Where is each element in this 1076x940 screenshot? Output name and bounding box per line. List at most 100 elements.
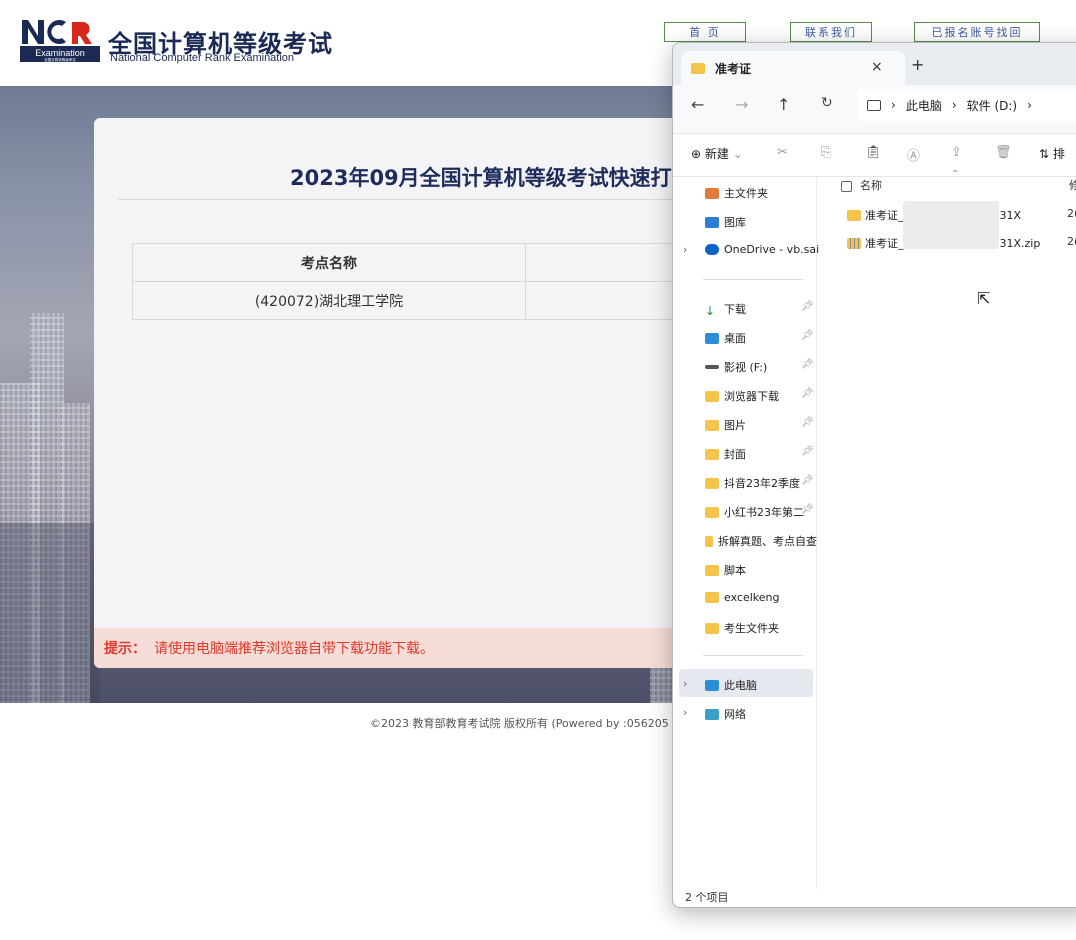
sidebar-item-onedrive[interactable]: OneDrive - vb.sai [705, 243, 819, 256]
exam-site-table: 考点名称 (420072)湖北理工学院 [132, 243, 692, 320]
folder-icon [705, 419, 719, 431]
sidebar-item-label: 抖音23年2季度 [724, 477, 800, 490]
column-name-label: 名称 [860, 179, 882, 192]
logo[interactable]: Examination 全国计算机等级考试 [20, 16, 102, 64]
pin-icon: 📌︎ [801, 446, 814, 457]
file-name-suffix: 31X.zip [999, 236, 1041, 250]
sidebar-item-label: excelkeng [724, 591, 780, 604]
sidebar-item-browser-downloads[interactable]: 浏览器下载 [705, 388, 779, 404]
sidebar-item-douyin[interactable]: 抖音23年2季度 [705, 475, 800, 491]
pin-icon: 📌︎ [801, 301, 814, 312]
chevron-right-icon[interactable]: › [683, 677, 687, 690]
sidebar-item-label: 浏览器下载 [724, 390, 779, 403]
home-icon [705, 187, 719, 199]
file-date: 2( [1067, 207, 1076, 220]
sidebar-item-label: 此电脑 [724, 679, 757, 692]
paste-icon[interactable]: 📋︎ [865, 145, 882, 160]
rename-icon[interactable]: Ⓐ [907, 145, 920, 164]
sidebar-item-downloads[interactable]: ↓ 下载 [705, 301, 746, 318]
footer-copyright: ©2023 教育部教育考试院 版权所有 (Powered by :056205 [370, 717, 669, 730]
sidebar-item-excelkeng[interactable]: excelkeng [705, 591, 779, 604]
download-icon: ↓ [705, 303, 716, 318]
sort-button[interactable]: ⇅ 排 [1039, 145, 1065, 162]
close-icon[interactable]: × [871, 59, 883, 75]
file-name-prefix: 准考证_ [865, 237, 904, 250]
table-row: (420072)湖北理工学院 [132, 281, 692, 320]
sidebar-item-scripts[interactable]: 脚本 [705, 562, 746, 578]
back-arrow-icon[interactable]: ← [691, 95, 704, 114]
sidebar-item-label: 图片 [724, 419, 746, 432]
sort-up-icon: ⌃ [951, 169, 960, 180]
sidebar-item-label: 拆解真题、考点自查 [718, 535, 817, 548]
sidebar-item-label: 脚本 [724, 564, 746, 577]
sidebar-item-label: 下载 [724, 303, 746, 316]
sidebar-item-label: 图库 [724, 216, 746, 229]
new-button-label: 新建 [704, 147, 729, 161]
chevron-right-icon[interactable]: › [683, 243, 687, 256]
new-button[interactable]: ⊕ 新建 ⌄ [691, 145, 743, 162]
sidebar-item-gallery[interactable]: 图库 [705, 214, 746, 230]
forward-arrow-icon[interactable]: → [735, 95, 748, 114]
address-bar[interactable]: › 此电脑 › 软件 (D:) › [857, 89, 1076, 121]
sidebar-item-label: 桌面 [724, 332, 746, 345]
sidebar-item-this-pc[interactable]: 此电脑 [705, 677, 757, 693]
folder-icon [705, 506, 719, 518]
folder-icon [691, 62, 705, 74]
cut-icon[interactable]: ✂ [777, 145, 788, 160]
sidebar-item-network[interactable]: 网络 [705, 706, 746, 722]
nav-contact-button[interactable]: 联系我们 [790, 22, 872, 42]
folder-icon [705, 448, 719, 460]
monitor-icon [867, 99, 881, 111]
tip-text: 请使用电脑端推荐浏览器自带下载功能下载。 [154, 641, 434, 657]
column-header-date[interactable]: 修 [1069, 177, 1076, 193]
pin-icon: 📌︎ [801, 475, 814, 486]
mouse-cursor-icon: ⇱ [977, 289, 991, 308]
copy-icon[interactable]: ⎘ [821, 145, 831, 160]
select-all-checkbox[interactable] [841, 180, 852, 192]
chevron-down-icon: ⌄ [732, 147, 743, 161]
page-title: 2023年09月全国计算机等级考试快速打 [290, 166, 672, 190]
table-cell-site: (420072)湖北理工学院 [132, 281, 526, 320]
sidebar-item-pictures[interactable]: 图片 [705, 417, 746, 433]
share-icon[interactable]: ⇪ [951, 145, 962, 160]
breadcrumb-separator: › [891, 98, 896, 112]
title-divider [118, 199, 694, 200]
plus-circle-icon: ⊕ [691, 147, 702, 161]
nav-account-recovery-button[interactable]: 已报名账号找回 [914, 22, 1040, 42]
sidebar-item-drive-f[interactable]: 影视 (F:) [705, 359, 767, 375]
pc-icon [705, 679, 719, 691]
folder-icon [847, 209, 861, 221]
column-header-name[interactable]: 名称 ⌃ [841, 169, 959, 193]
sidebar-item-covers[interactable]: 封面 [705, 446, 746, 462]
table-cell-2 [525, 281, 692, 320]
tip-label: 提示： [104, 641, 146, 657]
folder-icon [705, 535, 713, 547]
sidebar-item-home[interactable]: 主文件夹 [705, 185, 768, 201]
file-name-prefix: 准考证_ [865, 209, 904, 222]
new-tab-button[interactable]: + [911, 55, 924, 74]
file-explorer-window[interactable]: 准考证 × + ← → ↑ ↻ › 此电脑 › 软件 (D:) › ⊕ 新建 ⌄… [672, 42, 1076, 908]
delete-icon[interactable]: 🗑︎ [995, 145, 1012, 160]
content-card [94, 118, 694, 668]
sort-icon: ⇅ [1039, 147, 1050, 161]
up-arrow-icon[interactable]: ↑ [777, 95, 790, 114]
sidebar-item-label: 影视 (F:) [724, 361, 768, 374]
sidebar-item-exam-analysis[interactable]: 拆解真题、考点自查 [705, 533, 817, 549]
breadcrumb-drive-d[interactable]: 软件 (D:) [967, 97, 1017, 114]
breadcrumb-separator: › [951, 98, 957, 112]
logo-badge-text: Examination [35, 48, 85, 58]
breadcrumb-this-pc[interactable]: 此电脑 [906, 97, 942, 114]
chevron-right-icon[interactable]: › [683, 706, 687, 719]
folder-icon [705, 564, 719, 576]
sidebar-item-candidate-folder[interactable]: 考生文件夹 [705, 620, 779, 636]
sidebar-item-desktop[interactable]: 桌面 [705, 330, 746, 346]
file-date: 2( [1067, 235, 1076, 248]
logo-badge-subtext: 全国计算机等级考试 [44, 57, 76, 62]
sidebar-item-xiaohongshu[interactable]: 小红书23年第二 [705, 504, 804, 520]
tab-explorer[interactable]: 准考证 × [681, 51, 905, 85]
nav-home-button[interactable]: 首 页 [664, 22, 746, 42]
pin-icon: 📌︎ [801, 504, 814, 515]
sidebar-item-label: 小红书23年第二 [724, 506, 804, 519]
cloud-icon [705, 244, 719, 255]
refresh-icon[interactable]: ↻ [821, 95, 833, 111]
